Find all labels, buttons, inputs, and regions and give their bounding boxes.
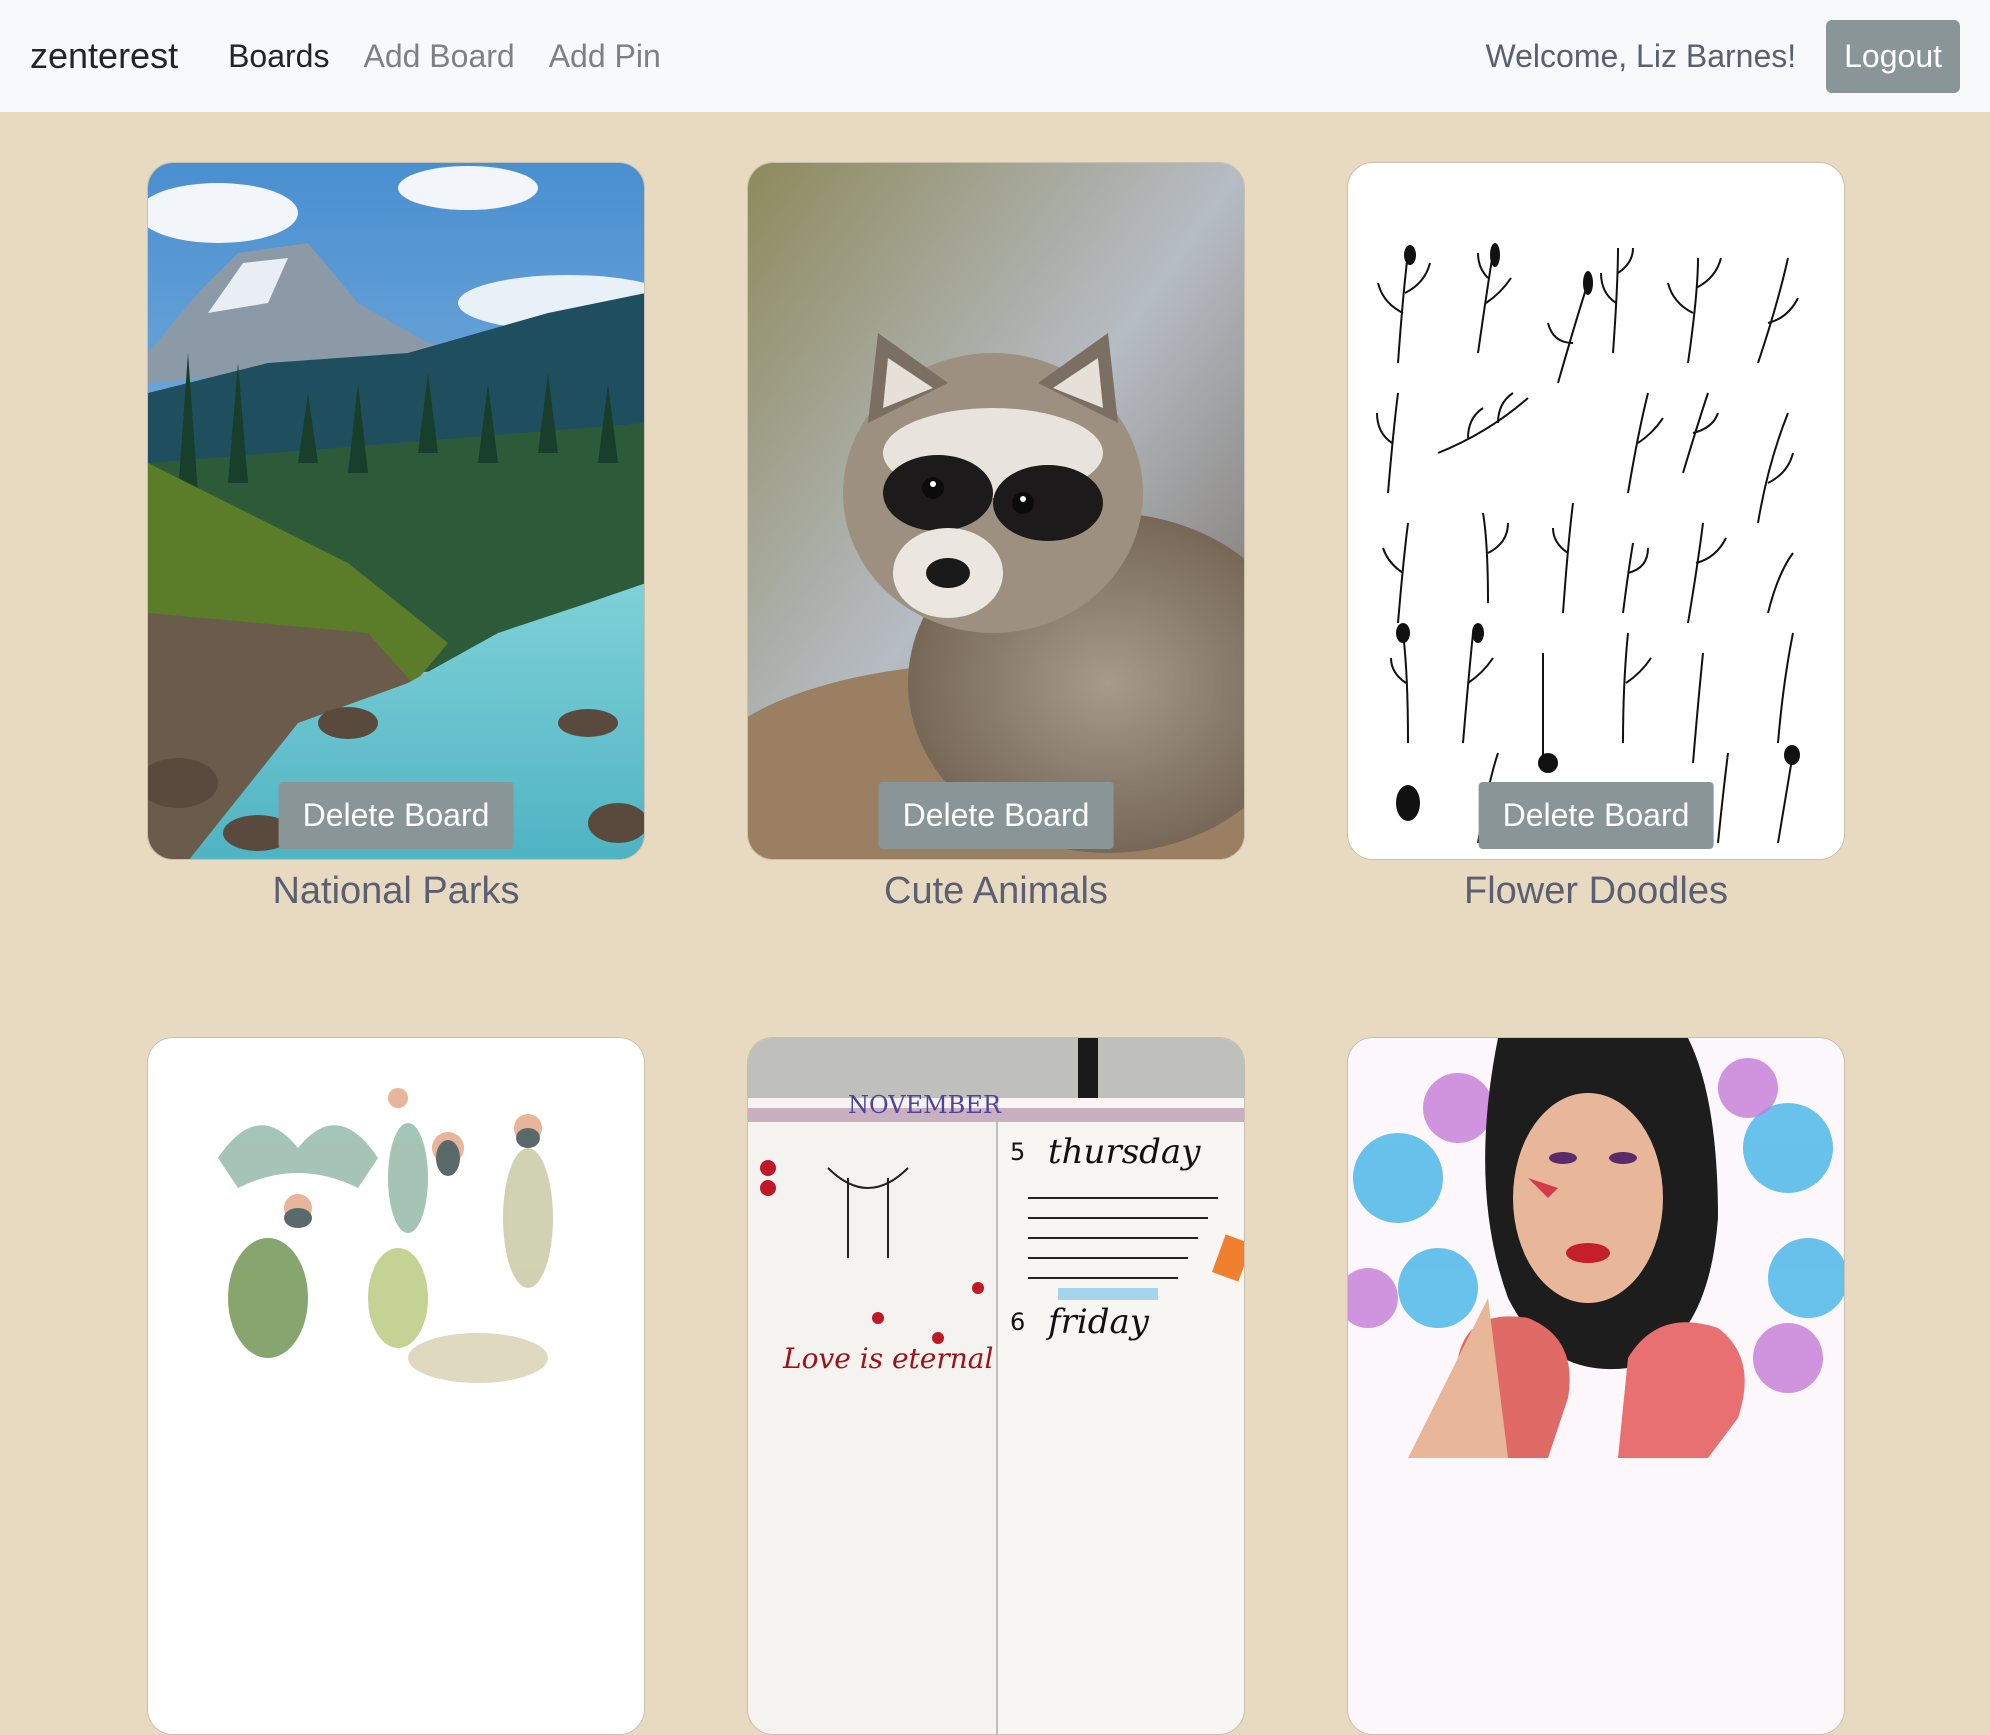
raccoon-photo [748,163,1244,859]
board-card[interactable]: NOVEMBER thursday 5 friday 6 Love is ete… [747,1037,1245,1735]
delete-board-button[interactable]: Delete Board [878,782,1114,849]
delete-board-button[interactable]: Delete Board [1478,782,1714,849]
board-card[interactable]: Delete Board National Parks [147,162,645,913]
journal-month-text: NOVEMBER [848,1091,1002,1119]
board-card[interactable] [1347,1037,1845,1735]
board-image[interactable]: NOVEMBER thursday 5 friday 6 Love is ete… [747,1037,1245,1735]
yoga-poses-illustration [148,1038,644,1734]
board-image[interactable]: Delete Board [147,162,645,860]
nav-add-board-link[interactable]: Add Board [363,38,514,75]
board-card[interactable]: Delete Board Cute Animals [747,162,1245,913]
flower-doodles-illustration [1348,163,1844,859]
boxer-woman-illustration [1348,1038,1844,1734]
board-title[interactable]: Cute Animals [747,870,1245,913]
board-card[interactable]: Delete Board Flower Doodles [1347,162,1845,913]
mountain-river-photo [148,163,644,859]
board-title[interactable]: Flower Doodles [1347,870,1845,913]
board-image[interactable] [147,1037,645,1735]
bullet-journal-photo: NOVEMBER thursday 5 friday 6 Love is ete… [748,1038,1244,1734]
brand-logo[interactable]: zenterest [30,35,178,77]
nav-add-pin-link[interactable]: Add Pin [549,38,661,75]
journal-day-five: 5 [1010,1138,1025,1166]
board-image[interactable] [1347,1037,1845,1735]
nav-boards-link[interactable]: Boards [228,38,329,75]
navbar: zenterest Boards Add Board Add Pin Welco… [0,0,1990,112]
logout-button[interactable]: Logout [1826,19,1960,93]
delete-board-button[interactable]: Delete Board [278,782,514,849]
board-image[interactable]: Delete Board [747,162,1245,860]
board-image[interactable]: Delete Board [1347,162,1845,860]
board-title[interactable]: National Parks [147,870,645,913]
journal-thursday-text: thursday [1048,1132,1201,1172]
journal-tag-text: Love is eternal [782,1342,993,1375]
journal-friday-text: friday [1045,1302,1150,1342]
welcome-text: Welcome, Liz Barnes! [1485,37,1797,74]
journal-day-six: 6 [1010,1308,1025,1336]
board-card[interactable] [147,1037,645,1735]
